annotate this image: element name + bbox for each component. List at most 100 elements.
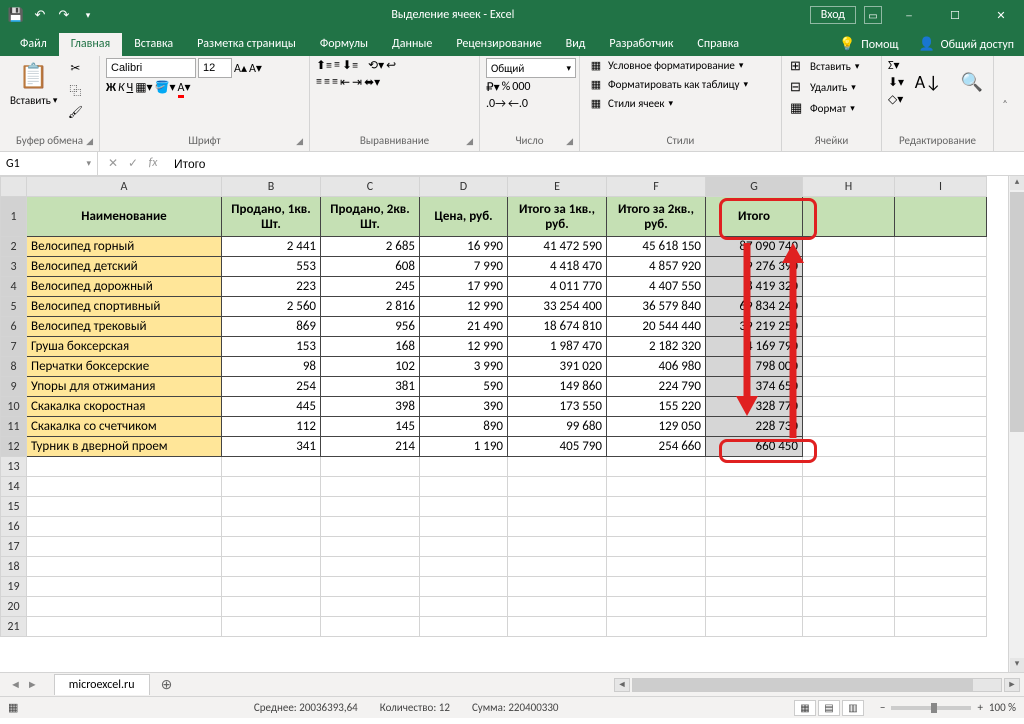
cell-data[interactable]: 381 [321,377,420,397]
normal-view-icon[interactable]: ▦ [794,700,816,716]
cell-total[interactable]: 328 770 [706,397,803,417]
autosum-icon[interactable]: Σ▾ [888,58,904,73]
page-break-view-icon[interactable]: ▥ [842,700,864,716]
cell-total[interactable]: 660 450 [706,437,803,457]
cell-name[interactable]: Велосипед дорожный [27,277,222,297]
header-cell[interactable]: Итого за 1кв., руб. [508,197,607,237]
zoom-control[interactable]: − + 100 % [880,701,1016,714]
format-painter-button[interactable]: 🖌 [65,102,85,122]
empty-cell[interactable] [508,477,607,497]
empty-cell[interactable] [895,617,987,637]
row-header-14[interactable]: 14 [1,477,27,497]
cell-data[interactable]: 41 472 590 [508,237,607,257]
zoom-slider[interactable] [891,706,971,710]
cell-data[interactable]: 17 990 [420,277,508,297]
empty-cell[interactable] [508,617,607,637]
empty-cell[interactable] [706,597,803,617]
col-header-F[interactable]: F [607,177,706,197]
cut-button[interactable]: ✂ [65,58,85,78]
empty-cell[interactable] [803,517,895,537]
cell-data[interactable]: 590 [420,377,508,397]
vertical-scrollbar[interactable]: ▴ ▾ [1008,176,1024,672]
empty-cell[interactable] [895,537,987,557]
ribbon-options-icon[interactable]: ▭ [864,6,882,24]
record-macro-icon[interactable]: ▦ [8,701,18,714]
empty-cell[interactable] [27,577,222,597]
empty-cell[interactable] [803,477,895,497]
tab-справка[interactable]: Справка [685,33,751,56]
empty-cell[interactable] [27,517,222,537]
sheet-tab[interactable]: microexcel.ru [54,674,150,695]
cell-total[interactable]: 228 730 [706,417,803,437]
tab-вставка[interactable]: Вставка [122,33,185,56]
cell-data[interactable]: 20 544 440 [607,317,706,337]
italic-button[interactable]: К [118,81,125,95]
cell-total[interactable]: 374 650 [706,377,803,397]
cell-data[interactable]: 1 190 [420,437,508,457]
cell-data[interactable]: 2 441 [222,237,321,257]
empty-cell[interactable] [607,497,706,517]
cell-data[interactable]: 16 990 [420,237,508,257]
conditional-format-button[interactable]: ▦Условное форматирование▾ [586,58,745,73]
name-box[interactable]: G1▾ [0,152,98,175]
empty-cell[interactable] [706,537,803,557]
cell-data[interactable]: 129 050 [607,417,706,437]
row-header-5[interactable]: 5 [1,297,27,317]
cell-total[interactable]: 87 090 740 [706,237,803,257]
cell-data[interactable]: 224 790 [607,377,706,397]
orientation-icon[interactable]: ⟲▾ [368,58,384,73]
header-cell[interactable]: Продано, 1кв. Шт. [222,197,321,237]
format-cells-button[interactable]: ▦Формат▾ [788,100,857,117]
col-header-H[interactable]: H [803,177,895,197]
cell-data[interactable]: 112 [222,417,321,437]
empty-cell[interactable] [222,537,321,557]
empty-cell[interactable] [27,617,222,637]
cancel-icon[interactable]: ✕ [104,156,122,171]
cell-data[interactable]: 45 618 150 [607,237,706,257]
grow-font-icon[interactable]: A▴ [234,61,247,76]
empty-cell[interactable] [895,457,987,477]
cell-data[interactable]: 245 [321,277,420,297]
empty-cell[interactable] [321,577,420,597]
tab-главная[interactable]: Главная [59,33,122,56]
empty-cell[interactable] [607,477,706,497]
border-button[interactable]: ▦▾ [135,80,152,95]
empty-cell[interactable] [803,457,895,477]
col-header-C[interactable]: C [321,177,420,197]
dialog-launcher-icon[interactable]: ◢ [566,136,573,147]
indent-decrease-icon[interactable]: ⇤ [340,75,350,90]
row-header-18[interactable]: 18 [1,557,27,577]
cell-data[interactable]: 405 790 [508,437,607,457]
empty-cell[interactable] [607,617,706,637]
font-name-input[interactable] [106,58,196,78]
percent-icon[interactable]: % [502,80,511,95]
cell-data[interactable]: 398 [321,397,420,417]
cell-data[interactable]: 214 [321,437,420,457]
tab-формулы[interactable]: Формулы [308,33,380,56]
empty-cell[interactable] [895,557,987,577]
cell-data[interactable]: 153 [222,337,321,357]
empty-cell[interactable] [321,617,420,637]
cell-name[interactable]: Скакалка со счетчиком [27,417,222,437]
cell-data[interactable]: 2 560 [222,297,321,317]
cell-total[interactable]: 69 834 240 [706,297,803,317]
row-header-7[interactable]: 7 [1,337,27,357]
tab-вид[interactable]: Вид [554,33,598,56]
fill-icon[interactable]: ⬇▾ [888,75,904,90]
hscroll-left-icon[interactable]: ◄ [614,678,630,692]
empty-cell[interactable] [27,497,222,517]
empty-cell[interactable] [895,477,987,497]
decrease-decimal-icon[interactable]: ←.0 [508,97,528,111]
currency-icon[interactable]: ₽▾ [486,80,500,95]
empty-cell[interactable] [222,497,321,517]
empty-cell[interactable] [895,497,987,517]
cell-data[interactable]: 2 182 320 [607,337,706,357]
align-center-icon[interactable]: ≡ [324,75,330,90]
empty-cell[interactable] [222,617,321,637]
cell-name[interactable]: Перчатки боксерские [27,357,222,377]
row-header-9[interactable]: 9 [1,377,27,397]
formula-input[interactable] [168,154,1024,174]
empty-cell[interactable] [321,517,420,537]
paste-button[interactable]: 📋 Вставить▾ [6,58,61,109]
empty-cell[interactable] [321,477,420,497]
